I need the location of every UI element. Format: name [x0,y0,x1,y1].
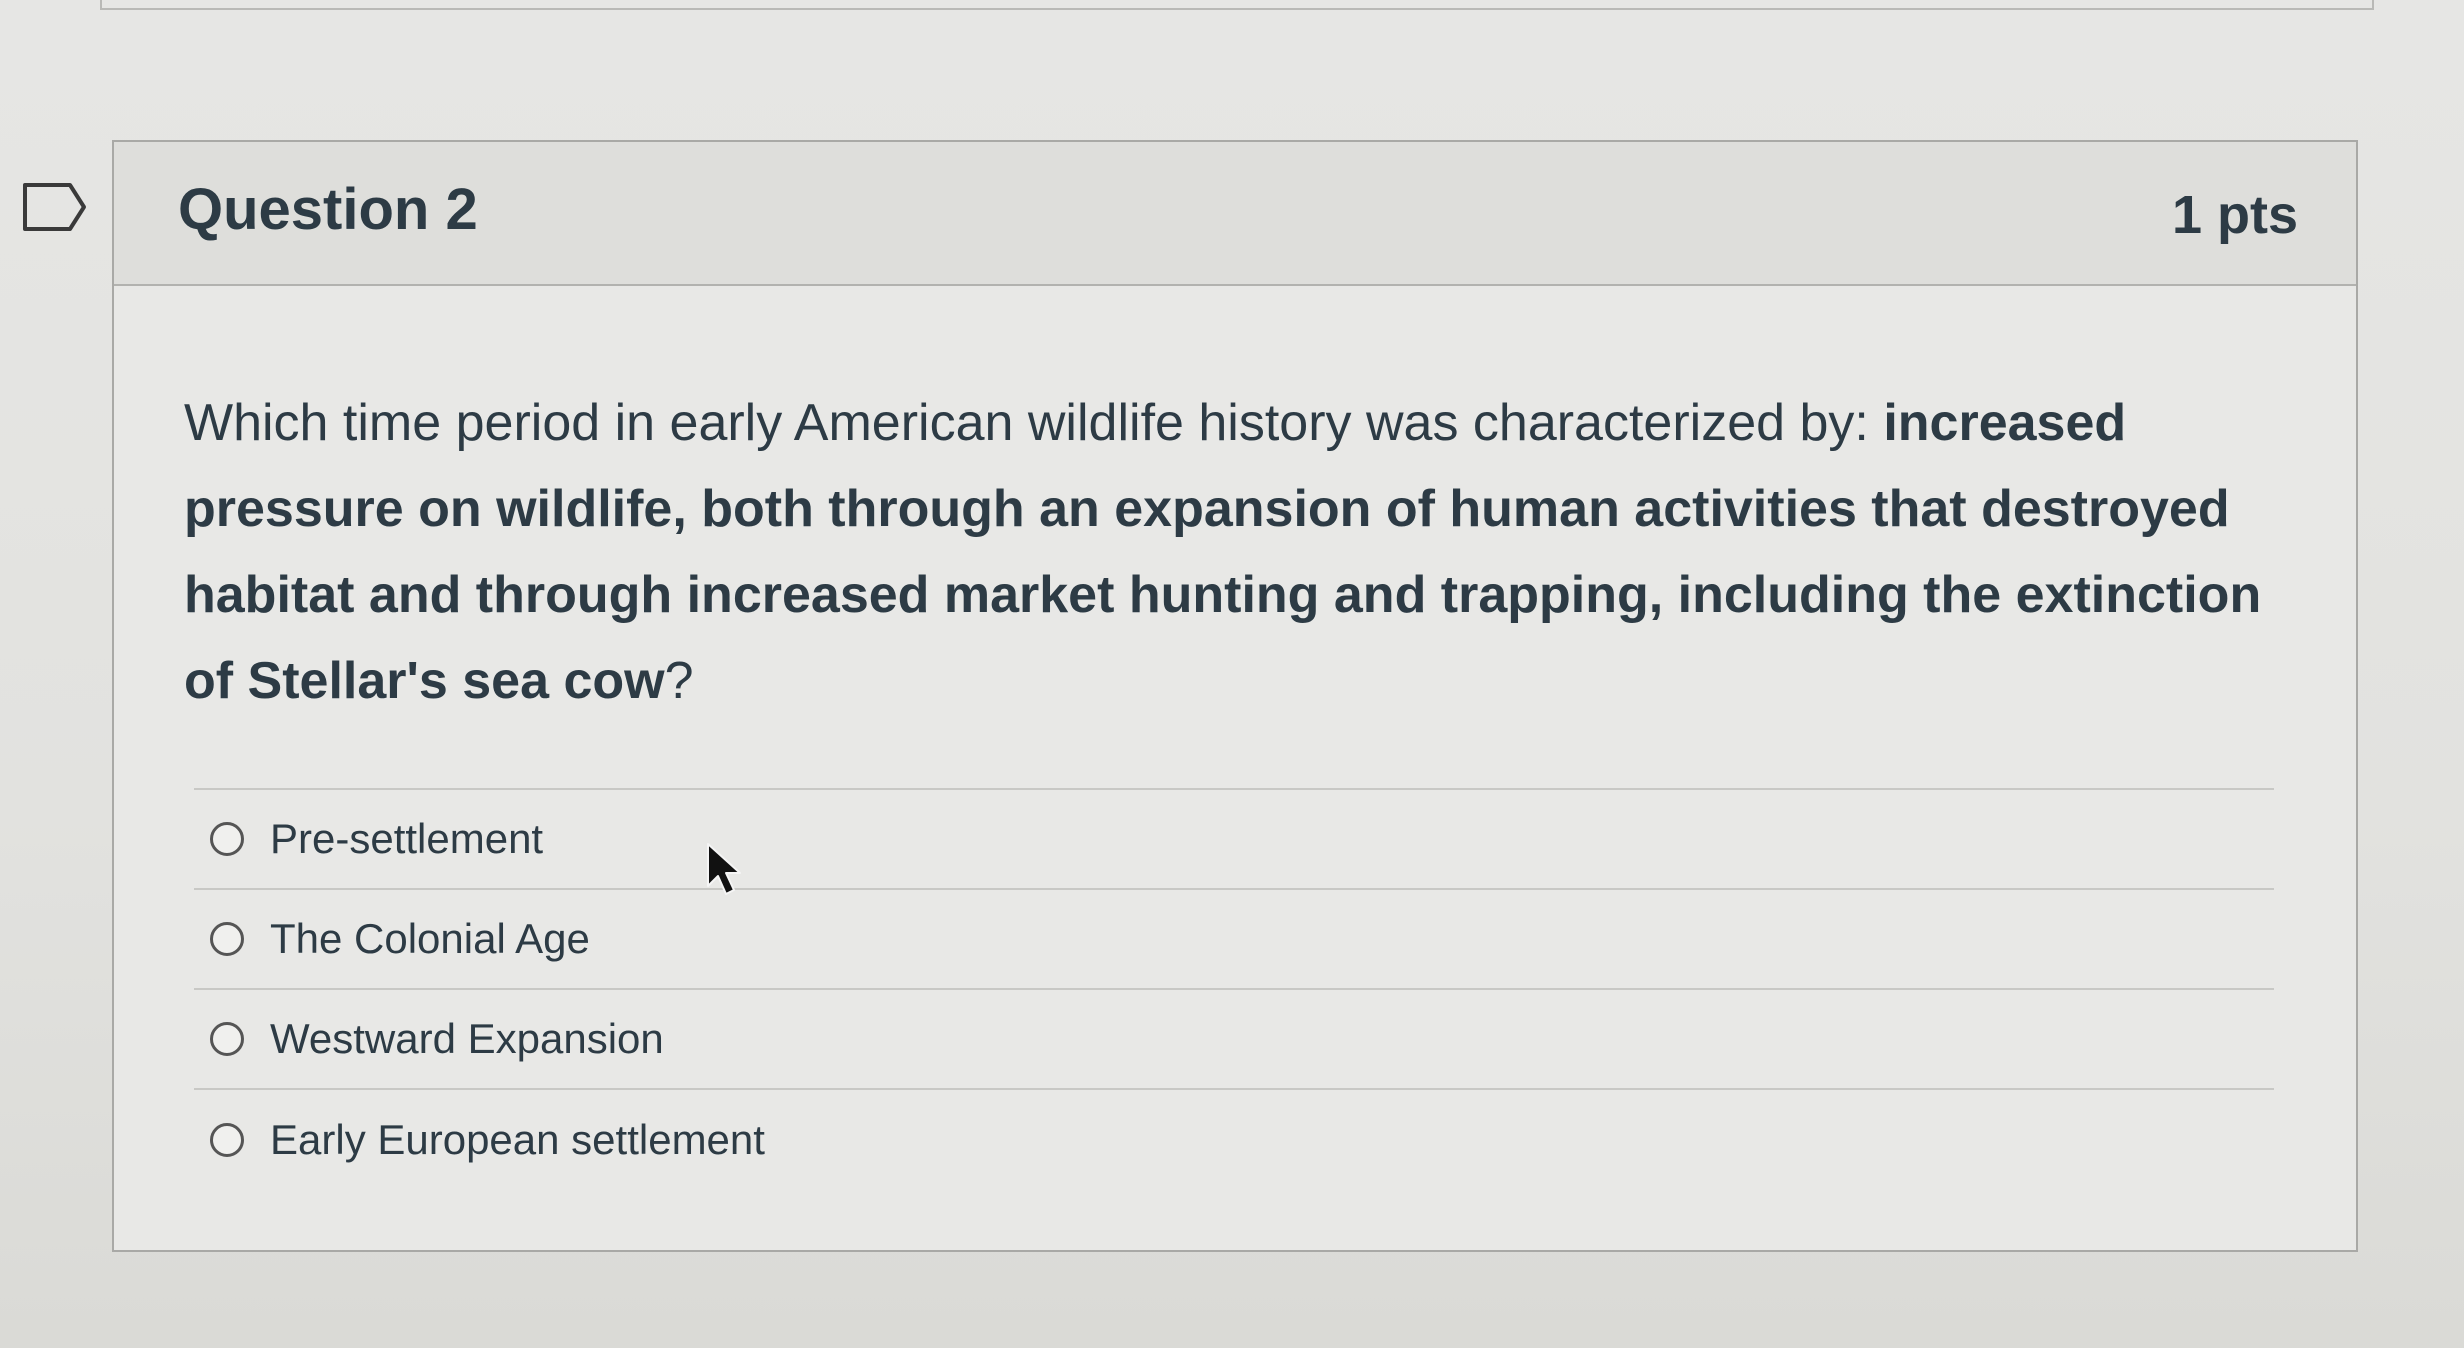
answer-option[interactable]: Pre-settlement [194,790,2274,890]
answer-list: Pre-settlement The Colonial Age Westward… [194,788,2274,1190]
question-text-end: ? [664,652,694,710]
previous-question-card-edge [100,0,2374,10]
question-points: 1 pts [2171,185,2298,245]
question-text: Which time period in early American wild… [184,380,2294,724]
answer-option[interactable]: Westward Expansion [194,990,2274,1090]
radio-button-icon[interactable] [210,1123,244,1157]
radio-button-icon[interactable] [210,822,244,856]
mouse-pointer-icon [707,843,741,895]
flag-question-icon[interactable] [22,182,88,232]
question-text-plain: Which time period in early American wild… [184,394,1884,452]
radio-button-icon[interactable] [210,1022,244,1056]
radio-button-icon[interactable] [210,922,244,956]
answer-label[interactable]: Westward Expansion [270,1015,664,1063]
answer-option[interactable]: The Colonial Age [194,890,2274,990]
question-header: Question 2 1 pts [114,142,2356,286]
answer-option[interactable]: Early European settlement [194,1090,2274,1190]
answer-label[interactable]: The Colonial Age [270,915,590,963]
question-title: Question 2 [178,177,478,242]
answer-label[interactable]: Pre-settlement [270,815,543,863]
answer-label[interactable]: Early European settlement [270,1116,765,1164]
quiz-page: Question 2 1 pts Which time period in ea… [0,0,2464,1348]
question-card: Question 2 1 pts Which time period in ea… [112,140,2358,1252]
